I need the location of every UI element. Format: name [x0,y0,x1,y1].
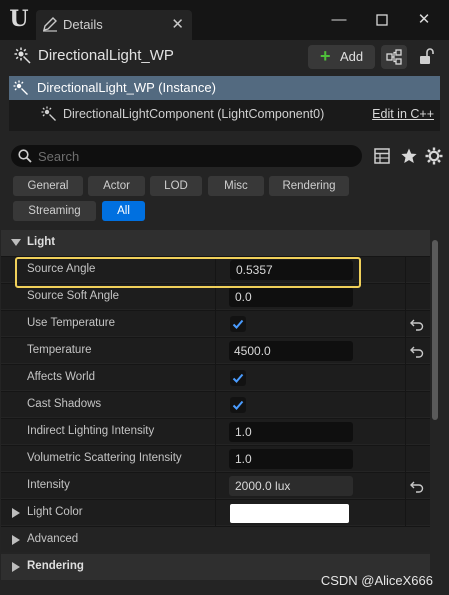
plus-icon: + [320,46,331,66]
temperature-input[interactable]: 4500.0 [229,341,353,361]
property-row-temperature: Temperature 4500.0 [1,337,430,364]
pencil-icon [43,17,57,32]
property-row-cast-shadows: Cast Shadows [1,391,430,418]
light-color-swatch[interactable] [230,504,349,523]
title-bar: U Details ✕ — ✕ [0,0,449,40]
checkmark-icon [232,400,244,410]
property-label: Temperature [27,344,92,356]
property-row-source-soft-angle: Source Soft Angle 0.0 [1,283,430,310]
filter-actor[interactable]: Actor [88,176,145,196]
blueprint-icon [386,49,402,65]
directional-light-icon [14,47,31,64]
property-label: Cast Shadows [27,398,102,410]
source-angle-input[interactable]: 0.5357 [230,260,353,280]
filter-general[interactable]: General [13,176,83,196]
intensity-input[interactable]: 2000.0 lux [229,476,353,496]
property-label: Light Color [27,506,83,518]
property-label: Indirect Lighting Intensity [27,425,155,437]
search-input[interactable] [38,147,348,165]
checkmark-icon [232,373,244,383]
checkmark-icon [232,319,244,329]
indirect-lighting-intensity-input[interactable]: 1.0 [229,422,353,442]
property-label: Volumetric Scattering Intensity [27,452,182,464]
close-tab-icon[interactable]: ✕ [171,15,184,33]
filter-lod[interactable]: LOD [150,176,202,196]
details-panel: DirectionalLight_WP + Add DirectionalLig… [0,40,449,595]
filter-streaming[interactable]: Streaming [13,201,96,221]
source-soft-angle-input[interactable]: 0.0 [229,287,353,307]
property-row-indirect-lighting-intensity: Indirect Lighting Intensity 1.0 [1,418,430,445]
subsection-advanced-label: Advanced [27,533,79,545]
affects-world-checkbox[interactable] [230,370,246,386]
filter-all[interactable]: All [102,201,145,221]
minimize-button[interactable]: — [323,8,355,32]
close-window-button[interactable]: ✕ [408,8,440,32]
reset-to-default-icon[interactable] [410,344,424,358]
volumetric-scattering-intensity-input[interactable]: 1.0 [229,449,353,469]
unreal-logo-icon: U [9,6,29,32]
filter-rendering[interactable]: Rendering [269,176,349,196]
subsection-advanced[interactable]: Advanced [1,526,430,552]
star-icon[interactable] [400,147,418,165]
property-row-intensity: Intensity 2000.0 lux [1,472,430,499]
property-row-use-temperature: Use Temperature [1,310,430,337]
lock-icon [420,48,434,64]
property-row-affects-world: Affects World [1,364,430,391]
scrollbar-thumb[interactable] [432,240,438,420]
section-light-label: Light [27,236,56,248]
property-row-light-color[interactable]: Light Color [1,499,430,526]
chevron-right-icon [12,535,20,545]
tab-details[interactable]: Details ✕ [36,10,192,40]
chevron-right-icon [12,562,20,572]
property-label: Source Soft Angle [27,290,120,302]
directional-light-icon [41,106,56,121]
reset-to-default-icon[interactable] [410,317,424,331]
lock-button[interactable] [414,45,438,69]
property-row-volumetric-scattering-intensity: Volumetric Scattering Intensity 1.0 [1,445,430,472]
property-label: Intensity [27,479,70,491]
reset-to-default-icon[interactable] [410,479,424,493]
directional-light-icon [13,80,28,95]
search-box [11,145,362,167]
use-temperature-checkbox[interactable] [230,316,246,332]
tab-label: Details [63,17,103,32]
blueprint-button[interactable] [381,45,407,69]
component-tree: DirectionalLight_WP (Instance) Direction… [9,76,440,131]
section-light[interactable]: Light [1,230,430,256]
gear-icon[interactable] [425,147,443,165]
section-rendering-label: Rendering [27,560,84,572]
cast-shadows-checkbox[interactable] [230,397,246,413]
property-row-source-angle: Source Angle 0.5357 [1,256,430,283]
add-button-label: Add [340,49,364,64]
property-label: Affects World [27,371,95,383]
table-view-icon[interactable] [373,147,391,165]
tree-item-instance[interactable]: DirectionalLight_WP (Instance) [9,76,440,100]
search-icon [18,149,32,163]
actor-name: DirectionalLight_WP [38,47,174,64]
tree-item-component-label: DirectionalLightComponent (LightComponen… [63,107,325,121]
tree-item-instance-label: DirectionalLight_WP (Instance) [37,80,216,95]
edit-in-cpp-link[interactable]: Edit in C++ [372,107,434,121]
filter-misc[interactable]: Misc [208,176,264,196]
chevron-right-icon [12,508,20,518]
property-label: Use Temperature [27,317,115,329]
maximize-button[interactable] [366,8,398,32]
add-component-button[interactable]: + Add [308,45,375,69]
watermark: CSDN @AliceX666 [320,573,433,588]
property-label: Source Angle [27,263,96,275]
chevron-down-icon [11,239,21,246]
